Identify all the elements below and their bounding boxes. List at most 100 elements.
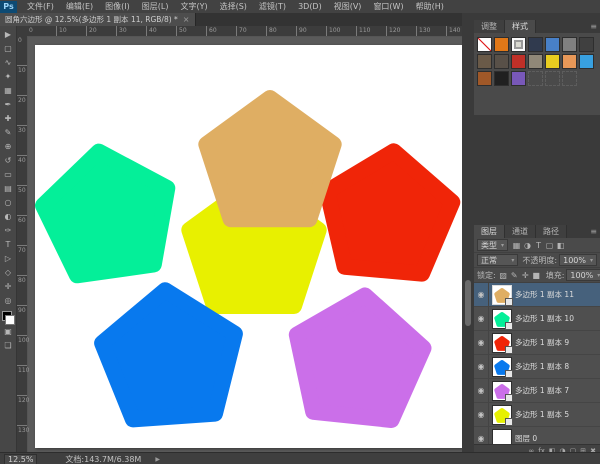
tab-paths[interactable]: 路径	[536, 225, 567, 238]
style-swatch[interactable]	[528, 54, 543, 69]
screen-mode-button[interactable]: ❏	[1, 339, 16, 353]
quick-mask-button[interactable]: ▣	[1, 325, 16, 339]
style-swatch[interactable]	[545, 37, 560, 52]
menu-item-5[interactable]: 选择(S)	[214, 0, 253, 13]
menu-item-9[interactable]: 窗口(W)	[367, 0, 409, 13]
tab-channels[interactable]: 通道	[505, 225, 536, 238]
history-brush-tool[interactable]: ↺	[1, 154, 16, 168]
panel-menu-icon[interactable]: ≡	[590, 20, 600, 33]
layer-visibility-eye-icon[interactable]: ◉	[474, 331, 489, 354]
style-swatch[interactable]	[511, 37, 526, 52]
menu-item-4[interactable]: 文字(Y)	[174, 0, 213, 13]
gradient-tool[interactable]: ▤	[1, 182, 16, 196]
layer-row[interactable]: ◉多边形 1 副本 9	[474, 331, 600, 355]
menu-item-10[interactable]: 帮助(H)	[410, 0, 450, 13]
lock-transparent-pixels-icon[interactable]: ▨	[498, 271, 509, 280]
status-options-arrow-icon[interactable]: ▶	[155, 456, 160, 463]
filter-smart-objects-icon[interactable]: ◧	[555, 241, 566, 250]
layer-filter-kind-select[interactable]: 类型 ▾	[477, 239, 508, 251]
pentagon-purple[interactable]	[297, 295, 424, 420]
layer-visibility-eye-icon[interactable]: ◉	[474, 379, 489, 402]
style-swatch-empty[interactable]	[528, 71, 543, 86]
menu-item-7[interactable]: 3D(D)	[292, 0, 328, 13]
zoom-tool[interactable]: ◎	[1, 294, 16, 308]
menu-item-6[interactable]: 滤镜(T)	[253, 0, 292, 13]
opacity-value[interactable]: 100% ▾	[559, 254, 597, 266]
layer-thumbnail[interactable]	[493, 430, 511, 445]
style-swatch[interactable]	[494, 71, 509, 86]
type-tool[interactable]: T	[1, 238, 16, 252]
layer-visibility-eye-icon[interactable]: ◉	[474, 427, 489, 444]
eraser-tool[interactable]: ▭	[1, 168, 16, 182]
style-swatch[interactable]	[511, 71, 526, 86]
style-swatch[interactable]	[579, 54, 594, 69]
layer-thumbnail[interactable]	[493, 382, 511, 400]
layer-thumbnail[interactable]	[493, 334, 511, 352]
filter-type-layers-icon[interactable]: T	[533, 241, 544, 250]
style-swatch[interactable]	[528, 37, 543, 52]
tab-layers[interactable]: 图层	[474, 225, 505, 238]
fill-value[interactable]: 100% ▾	[566, 269, 600, 281]
layer-row[interactable]: ◉多边形 1 副本 8	[474, 355, 600, 379]
foreground-background-swatches[interactable]	[2, 311, 15, 325]
pentagon-tan[interactable]	[206, 98, 333, 219]
zoom-level-field[interactable]: 12.5%	[4, 454, 37, 464]
layer-row[interactable]: ◉多边形 1 副本 5	[474, 403, 600, 427]
filter-adjustment-layers-icon[interactable]: ◑	[522, 241, 533, 250]
eyedropper-tool[interactable]: ✒	[1, 98, 16, 112]
layer-thumbnail[interactable]	[493, 286, 511, 304]
hand-tool[interactable]: ✛	[1, 280, 16, 294]
style-swatch[interactable]	[511, 54, 526, 69]
layer-visibility-eye-icon[interactable]: ◉	[474, 307, 489, 330]
move-tool[interactable]: ▶	[1, 28, 16, 42]
blend-mode-select[interactable]: 正常 ▾	[477, 254, 518, 266]
layer-row[interactable]: ◉图层 0	[474, 427, 600, 444]
lock-position-icon[interactable]: ✛	[520, 271, 531, 280]
layer-row[interactable]: ◉多边形 1 副本 7	[474, 379, 600, 403]
menu-item-1[interactable]: 编辑(E)	[60, 0, 99, 13]
style-swatch[interactable]	[494, 54, 509, 69]
quick-selection-tool[interactable]: ✦	[1, 70, 16, 84]
menu-item-3[interactable]: 图层(L)	[136, 0, 175, 13]
style-swatch[interactable]	[477, 71, 492, 86]
style-swatch-empty[interactable]	[562, 71, 577, 86]
style-swatch[interactable]	[494, 37, 509, 52]
menu-item-2[interactable]: 图像(I)	[99, 0, 136, 13]
healing-brush-tool[interactable]: ✚	[1, 112, 16, 126]
rectangular-marquee-tool[interactable]: ▢	[1, 42, 16, 56]
brush-tool[interactable]: ✎	[1, 126, 16, 140]
lock-all-icon[interactable]: ■	[531, 271, 542, 280]
layer-thumbnail[interactable]	[493, 358, 511, 376]
path-selection-tool[interactable]: ▷	[1, 252, 16, 266]
tab-close-icon[interactable]: ×	[183, 15, 190, 24]
tab-adjustments[interactable]: 调整	[474, 20, 505, 33]
style-swatch-none[interactable]	[477, 37, 492, 52]
style-swatch[interactable]	[477, 54, 492, 69]
menu-item-0[interactable]: 文件(F)	[21, 0, 60, 13]
dodge-tool[interactable]: ◐	[1, 210, 16, 224]
layer-visibility-eye-icon[interactable]: ◉	[474, 403, 489, 426]
background-color-swatch[interactable]	[5, 315, 15, 325]
layer-thumbnail[interactable]	[493, 310, 511, 328]
menu-item-8[interactable]: 视图(V)	[328, 0, 368, 13]
layer-visibility-eye-icon[interactable]: ◉	[474, 283, 489, 306]
pentagon-green[interactable]	[43, 152, 167, 276]
lock-image-pixels-icon[interactable]: ✎	[509, 271, 520, 280]
clone-stamp-tool[interactable]: ⊕	[1, 140, 16, 154]
style-swatch[interactable]	[545, 54, 560, 69]
tab-styles[interactable]: 样式	[505, 20, 536, 33]
style-swatch[interactable]	[579, 37, 594, 52]
canvas[interactable]	[35, 45, 462, 448]
pen-tool[interactable]: ✑	[1, 224, 16, 238]
style-swatch[interactable]	[562, 37, 577, 52]
lasso-tool[interactable]: ∿	[1, 56, 16, 70]
layer-row[interactable]: ◉多边形 1 副本 11	[474, 283, 600, 307]
style-swatch[interactable]	[562, 54, 577, 69]
crop-tool[interactable]: ▦	[1, 84, 16, 98]
document-tab[interactable]: 圆角六边形 @ 12.5%(多边形 1 副本 11, RGB/8) * ×	[0, 13, 196, 26]
filter-shape-layers-icon[interactable]: ▢	[544, 241, 555, 250]
shape-tool[interactable]: ◇	[1, 266, 16, 280]
layer-thumbnail[interactable]	[493, 406, 511, 424]
filter-pixel-layers-icon[interactable]: ▦	[511, 241, 522, 250]
panel-menu-icon[interactable]: ≡	[590, 225, 600, 238]
